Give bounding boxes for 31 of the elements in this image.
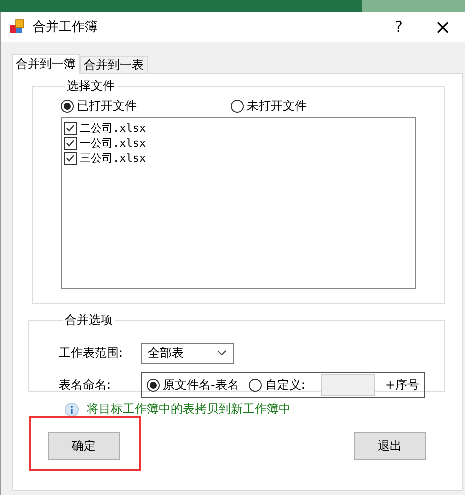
tab[interactable]: 合并到一簿 — [12, 54, 80, 74]
radio-label: 自定义: — [265, 376, 306, 394]
file-name: 三公司.xlsx — [80, 151, 146, 166]
radio-label: 未打开文件 — [247, 98, 307, 114]
file-name: 二公司.xlsx — [80, 121, 146, 136]
window-icon — [9, 19, 25, 35]
dialog-button[interactable]: 退出 — [354, 432, 426, 460]
range-dropdown[interactable]: 全部表 — [141, 342, 234, 364]
checkbox[interactable] — [64, 152, 77, 165]
info-text: 将目标工作簿中的表拷贝到新工作簿中 — [87, 401, 291, 418]
tab[interactable]: 合并到一表 — [80, 56, 148, 73]
radio-label: 原文件名-表名 — [163, 376, 240, 394]
radio-option[interactable]: 未打开文件 — [231, 98, 401, 114]
radio-option[interactable]: 自定义: — [249, 376, 306, 394]
group-title: 选择文件 — [66, 78, 116, 95]
close-button[interactable]: × — [421, 12, 465, 42]
help-button[interactable]: ? — [377, 12, 421, 42]
chevron-down-icon — [217, 350, 227, 356]
radio-option[interactable]: 已打开文件 — [61, 98, 231, 114]
field-label: 工作表范围: — [59, 344, 124, 362]
radio-label: 已打开文件 — [77, 98, 137, 114]
suffix-label: +序号 — [385, 376, 420, 394]
checkbox[interactable] — [64, 137, 77, 150]
dialog-button[interactable]: 确定 — [48, 432, 120, 460]
info-icon — [65, 402, 79, 416]
group-title: 合并选项 — [64, 312, 114, 329]
field-label: 表名命名: — [59, 376, 112, 394]
radio-option[interactable]: 原文件名-表名 — [147, 376, 240, 394]
file-name: 一公司.xlsx — [80, 136, 146, 151]
window-title: 合并工作簿 — [33, 19, 98, 36]
checkbox[interactable] — [64, 122, 77, 135]
